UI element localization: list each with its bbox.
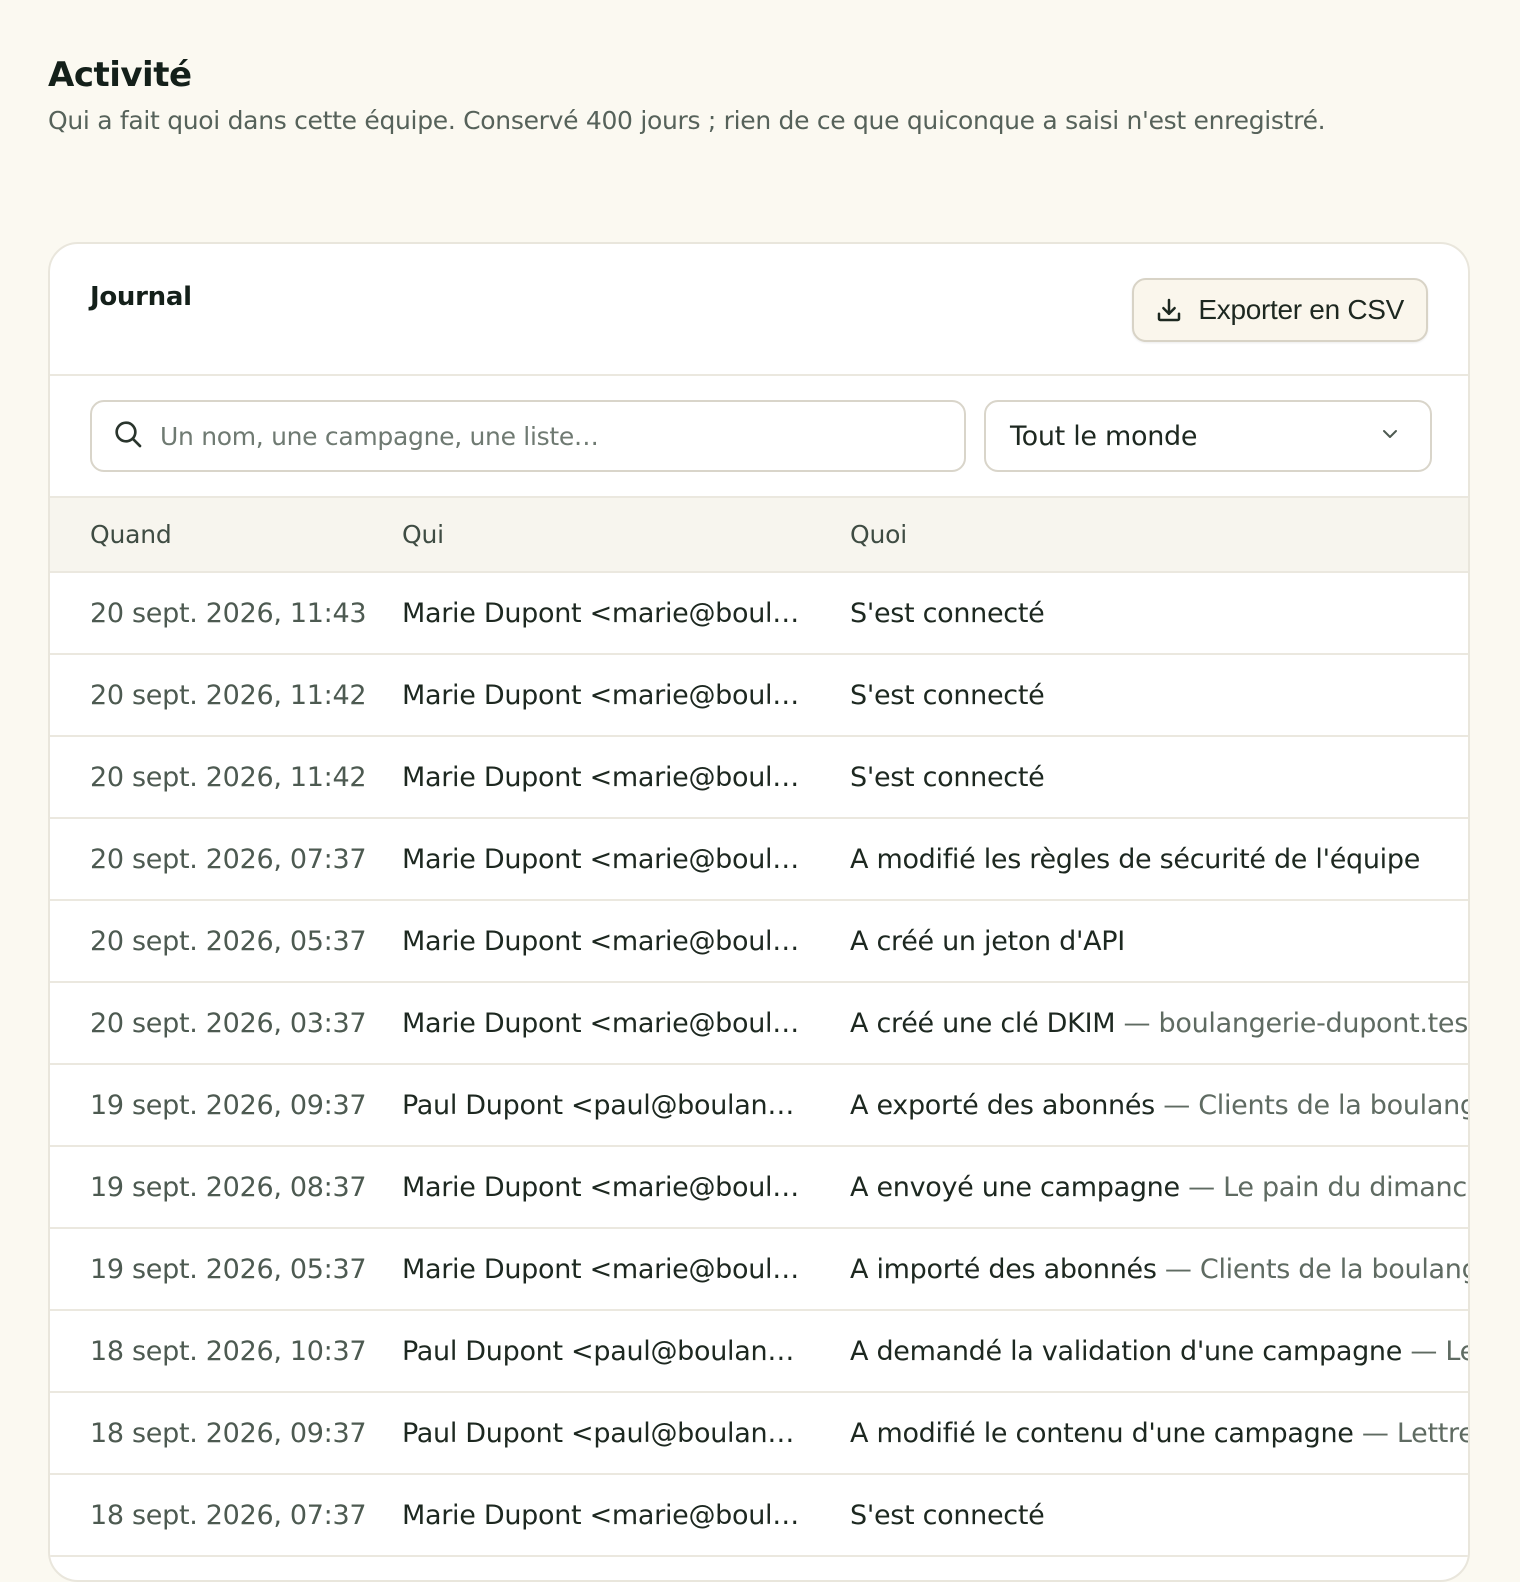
row-who: Marie Dupont <marie@boulangerie-dupont.t…: [402, 1146, 850, 1229]
table-row: 18 sept. 2026, 09:37 Paul Dupont <paul@bo…: [50, 1392, 1468, 1475]
activity-table-header: Quand Qui Quoi: [50, 498, 1468, 573]
row-action: A créé un jeton d'API: [850, 925, 1125, 957]
row-what: A demandé la validation d'une campagne —…: [850, 1310, 1468, 1393]
row-when: 20 sept. 2026, 11:42: [50, 736, 402, 819]
journal-title: Journal: [90, 282, 192, 312]
row-who: Paul Dupont <paul@boulangerie-dupont.tes…: [402, 1310, 850, 1393]
row-who: Marie Dupont <marie@boulangerie-dupont.t…: [402, 572, 850, 655]
row-action: S'est connecté: [850, 761, 1045, 793]
row-when: 19 sept. 2026, 09:37: [50, 1064, 402, 1147]
row-who: Paul Dupont <paul@boulangerie-dupont.tes…: [402, 1064, 850, 1147]
row-detail: — Lettre d: [1410, 1335, 1468, 1367]
row-detail: — Lettre d: [1361, 1417, 1468, 1449]
row-what: S'est connecté: [850, 1474, 1468, 1557]
row-what: A exporté des abonnés — Clients de la bo…: [850, 1064, 1468, 1147]
table-row: 18 sept. 2026, 07:37 Marie Dupont <marie@…: [50, 1474, 1468, 1557]
column-header-what: Quoi: [850, 498, 1468, 573]
row-action: S'est connecté: [850, 679, 1045, 711]
row-action: A modifié les règles de sécurité de l'éq…: [850, 843, 1421, 875]
row-action: S'est connecté: [850, 1499, 1045, 1531]
table-row: 20 sept. 2026, 03:37 Marie Dupont <marie@…: [50, 982, 1468, 1065]
row-what: A modifié le contenu d'une campagne — Le…: [850, 1392, 1468, 1475]
row-when: 20 sept. 2026, 05:37: [50, 900, 402, 983]
row-what: A importé des abonnés — Clients de la bo…: [850, 1228, 1468, 1311]
row-who: Marie Dupont <marie@boulangerie-dupont.t…: [402, 900, 850, 983]
page-header: Activité Qui a fait quoi dans cette équi…: [48, 52, 1468, 138]
journal-card-header: Journal Exporter en CSV: [50, 244, 1468, 376]
row-when: 20 sept. 2026, 03:37: [50, 982, 402, 1065]
row-who: Marie Dupont <marie@boulangerie-dupont.t…: [402, 1474, 850, 1557]
column-header-when: Quand: [50, 498, 402, 573]
row-action: A créé une clé DKIM: [850, 1007, 1116, 1039]
row-what: A modifié les règles de sécurité de l'éq…: [850, 818, 1468, 901]
row-what: S'est connecté: [850, 736, 1468, 819]
row-when: 20 sept. 2026, 11:43: [50, 572, 402, 655]
row-who: Paul Dupont <paul@boulangerie-dupont.tes…: [402, 1392, 850, 1475]
activity-table: Quand Qui Quoi 20 sept. 2026, 11:43 Marie…: [50, 498, 1468, 1557]
row-action: A demandé la validation d'une campagne: [850, 1335, 1403, 1367]
row-what: A envoyé une campagne — Le pain du diman…: [850, 1146, 1468, 1229]
row-when: 20 sept. 2026, 07:37: [50, 818, 402, 901]
row-who: Marie Dupont <marie@boulangerie-dupont.t…: [402, 1228, 850, 1311]
person-filter-value: Tout le monde: [1010, 420, 1198, 452]
row-detail: — Clients de la boulangerie: [1164, 1253, 1468, 1285]
export-csv-button[interactable]: Exporter en CSV: [1132, 278, 1428, 342]
row-who: Marie Dupont <marie@boulangerie-dupont.t…: [402, 818, 850, 901]
export-csv-label: Exporter en CSV: [1198, 294, 1404, 325]
journal-card: Journal Exporter en CSV Tout l: [48, 242, 1470, 1582]
search-input[interactable]: [158, 420, 922, 452]
row-when: 19 sept. 2026, 05:37: [50, 1228, 402, 1311]
table-row: 20 sept. 2026, 07:37 Marie Dupont <marie@…: [50, 818, 1468, 901]
table-row: 19 sept. 2026, 08:37 Marie Dupont <marie@…: [50, 1146, 1468, 1229]
column-header-who: Qui: [402, 498, 850, 573]
row-detail: — boulangerie-dupont.test: [1123, 1007, 1468, 1039]
row-who: Marie Dupont <marie@boulangerie-dupont.t…: [402, 736, 850, 819]
row-who: Marie Dupont <marie@boulangerie-dupont.t…: [402, 982, 850, 1065]
row-when: 18 sept. 2026, 07:37: [50, 1474, 402, 1557]
table-row: 20 sept. 2026, 11:42 Marie Dupont <marie@…: [50, 654, 1468, 737]
table-row: 18 sept. 2026, 10:37 Paul Dupont <paul@bo…: [50, 1310, 1468, 1393]
row-when: 18 sept. 2026, 10:37: [50, 1310, 402, 1393]
row-detail: — Clients de la boulangerie: [1163, 1089, 1468, 1121]
filters-bar: Tout le monde: [50, 376, 1468, 498]
page-title: Activité: [48, 55, 192, 95]
page-subtitle: Qui a fait quoi dans cette équipe. Conse…: [48, 106, 1326, 135]
row-action: A exporté des abonnés: [850, 1089, 1155, 1121]
chevron-down-icon: [1378, 422, 1402, 450]
row-detail: — Le pain du dimanche: [1188, 1171, 1468, 1203]
row-what: A créé un jeton d'API: [850, 900, 1468, 983]
person-filter-select[interactable]: Tout le monde: [984, 400, 1432, 472]
row-what: A créé une clé DKIM — boulangerie-dupont…: [850, 982, 1468, 1065]
download-icon: [1154, 295, 1184, 325]
row-action: A modifié le contenu d'une campagne: [850, 1417, 1354, 1449]
row-what: S'est connecté: [850, 654, 1468, 737]
row-when: 20 sept. 2026, 11:42: [50, 654, 402, 737]
table-row: 20 sept. 2026, 11:43 Marie Dupont <marie@…: [50, 572, 1468, 655]
search-field[interactable]: [90, 400, 966, 472]
row-action: S'est connecté: [850, 597, 1045, 629]
table-row: 19 sept. 2026, 05:37 Marie Dupont <marie@…: [50, 1228, 1468, 1311]
table-row: 20 sept. 2026, 11:42 Marie Dupont <marie@…: [50, 736, 1468, 819]
table-row: 20 sept. 2026, 05:37 Marie Dupont <marie@…: [50, 900, 1468, 983]
search-icon: [112, 418, 144, 454]
row-who: Marie Dupont <marie@boulangerie-dupont.t…: [402, 654, 850, 737]
row-action: A importé des abonnés: [850, 1253, 1157, 1285]
activity-table-body: 20 sept. 2026, 11:43 Marie Dupont <marie@…: [50, 572, 1468, 1557]
row-what: S'est connecté: [850, 572, 1468, 655]
row-when: 18 sept. 2026, 09:37: [50, 1392, 402, 1475]
row-action: A envoyé une campagne: [850, 1171, 1180, 1203]
table-row: 19 sept. 2026, 09:37 Paul Dupont <paul@bo…: [50, 1064, 1468, 1147]
row-when: 19 sept. 2026, 08:37: [50, 1146, 402, 1229]
